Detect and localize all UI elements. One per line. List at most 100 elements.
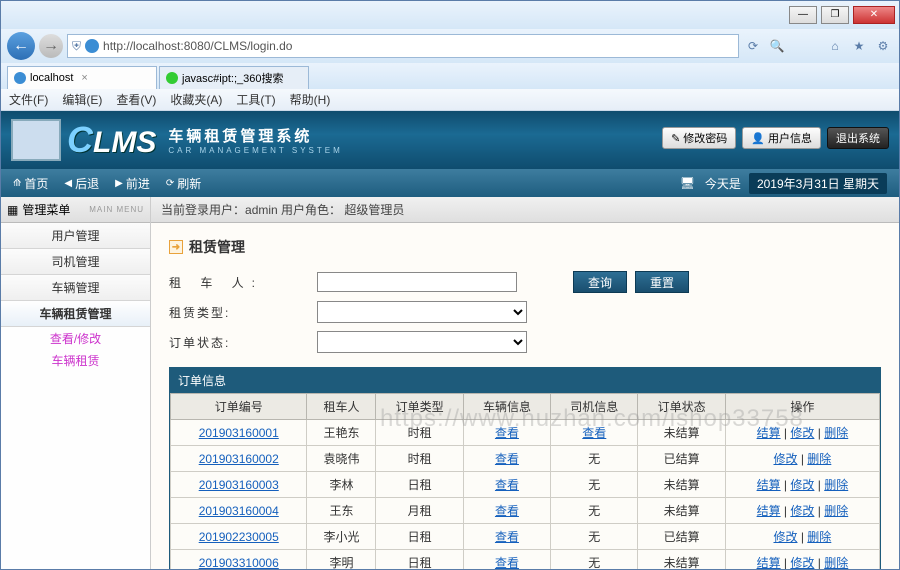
op-修改[interactable]: 修改 — [790, 556, 814, 569]
menu-favorites[interactable]: 收藏夹(A) — [170, 91, 222, 108]
cell-driver: 无 — [551, 524, 638, 550]
op-结算[interactable]: 结算 — [757, 426, 781, 440]
menu-view[interactable]: 查看(V) — [116, 91, 156, 108]
op-结算[interactable]: 结算 — [757, 504, 781, 518]
sidebar-sub-view-edit[interactable]: 查看/修改 — [1, 327, 150, 349]
page-panel: 当前登录用户： admin 用户角色： 超级管理员 ➜ 租赁管理 租 车 人: … — [151, 197, 899, 569]
back-button[interactable]: ← — [7, 32, 35, 60]
minimize-button[interactable]: — — [789, 6, 817, 24]
car-view-link[interactable]: 查看 — [495, 530, 519, 544]
window-titlebar: — ❐ ✕ — [1, 1, 899, 29]
tab-label: localhost — [30, 72, 73, 84]
user-info-button[interactable]: 👤用户信息 — [742, 127, 821, 149]
table-header: 租车人 — [307, 394, 376, 420]
page-title: ➜ 租赁管理 — [169, 237, 881, 257]
sidebar-item-driver-mgmt[interactable]: 司机管理 — [1, 249, 150, 275]
op-修改[interactable]: 修改 — [773, 530, 797, 544]
maximize-button[interactable]: ❐ — [821, 6, 849, 24]
cell-driver: 无 — [551, 472, 638, 498]
table-row: 201903160001王艳东时租查看查看未结算结算 | 修改 | 删除 — [171, 420, 880, 446]
car-view-link[interactable]: 查看 — [495, 478, 519, 492]
tab-360[interactable]: javasc#ipt:;_360搜索 — [159, 66, 309, 89]
logo-c: C — [67, 119, 93, 161]
car-view-link[interactable]: 查看 — [495, 556, 519, 569]
table-header: 操作 — [725, 394, 879, 420]
op-删除[interactable]: 删除 — [824, 426, 848, 440]
table-row: 201902230005李小光日租查看无已结算修改 | 删除 — [171, 524, 880, 550]
today-label: 今天是 — [705, 175, 741, 192]
search-icon[interactable]: 🔍 — [767, 36, 787, 56]
nav-forward[interactable]: ▶前进 — [115, 175, 150, 192]
renter-label: 租 车 人: — [169, 274, 309, 291]
nav-refresh[interactable]: ⟳刷新 — [166, 175, 201, 192]
sidebar-item-rental-mgmt[interactable]: 车辆租赁管理 — [1, 301, 150, 327]
car-view-link[interactable]: 查看 — [495, 504, 519, 518]
refresh-icon[interactable]: ⟳ — [743, 36, 763, 56]
cell-driver: 无 — [551, 446, 638, 472]
order-id-link[interactable]: 201903160002 — [199, 452, 279, 466]
address-bar[interactable]: ⛨ — [67, 34, 739, 58]
menu-tools[interactable]: 工具(T) — [236, 91, 275, 108]
op-删除[interactable]: 删除 — [824, 478, 848, 492]
home-icon[interactable]: ⌂ — [825, 36, 845, 56]
order-id-link[interactable]: 201903160004 — [199, 504, 279, 518]
reset-button[interactable]: 重置 — [635, 271, 689, 293]
op-修改[interactable]: 修改 — [790, 504, 814, 518]
cell-order-id: 201903160003 — [171, 472, 307, 498]
orders-table: 订单编号租车人订单类型车辆信息司机信息订单状态操作 201903160001王艳… — [170, 393, 880, 569]
car-view-link[interactable]: 查看 — [495, 426, 519, 440]
refresh-nav-icon: ⟳ — [166, 178, 174, 189]
query-button[interactable]: 查询 — [573, 271, 627, 293]
order-status-select[interactable] — [317, 331, 527, 353]
car-view-link[interactable]: 查看 — [495, 452, 519, 466]
close-tab-icon[interactable]: × — [81, 72, 87, 84]
breadcrumb: 当前登录用户： admin 用户角色： 超级管理员 — [151, 197, 899, 223]
forward-button[interactable]: → — [39, 34, 63, 58]
change-password-button[interactable]: ✎修改密码 — [662, 127, 736, 149]
order-id-link[interactable]: 201903160001 — [199, 426, 279, 440]
op-修改[interactable]: 修改 — [790, 478, 814, 492]
sidebar-sub-rental[interactable]: 车辆租赁 — [1, 349, 150, 371]
app-header: C LMS 车辆租赁管理系统 CAR MANAGEMENT SYSTEM ✎修改… — [1, 111, 899, 169]
nav-back[interactable]: ◀后退 — [64, 175, 99, 192]
tab-localhost[interactable]: localhost × — [7, 66, 157, 89]
renter-input[interactable] — [317, 272, 517, 292]
op-删除[interactable]: 删除 — [807, 452, 831, 466]
op-删除[interactable]: 删除 — [807, 530, 831, 544]
cell-car: 查看 — [463, 472, 550, 498]
cell-status: 未结算 — [638, 472, 725, 498]
360-icon — [166, 72, 178, 84]
op-删除[interactable]: 删除 — [824, 504, 848, 518]
sidebar-item-user-mgmt[interactable]: 用户管理 — [1, 223, 150, 249]
op-修改[interactable]: 修改 — [773, 452, 797, 466]
tab-strip: localhost × javasc#ipt:;_360搜索 — [1, 63, 899, 89]
cell-status: 已结算 — [638, 524, 725, 550]
menu-file[interactable]: 文件(F) — [9, 91, 48, 108]
rent-type-select[interactable] — [317, 301, 527, 323]
tab-label: javasc#ipt:;_360搜索 — [182, 70, 284, 86]
driver-view-link[interactable]: 查看 — [582, 426, 606, 440]
tools-icon[interactable]: ⚙ — [873, 36, 893, 56]
main-area: ▦ 管理菜单 MAIN MENU 用户管理 司机管理 车辆管理 车辆租赁管理 查… — [1, 197, 899, 569]
menu-help[interactable]: 帮助(H) — [290, 91, 331, 108]
cell-driver: 查看 — [551, 420, 638, 446]
logout-button[interactable]: 退出系统 — [827, 127, 889, 149]
sidebar-item-vehicle-mgmt[interactable]: 车辆管理 — [1, 275, 150, 301]
home-nav-icon: ⟰ — [13, 178, 21, 189]
close-button[interactable]: ✕ — [853, 6, 895, 24]
menu-edit[interactable]: 编辑(E) — [62, 91, 102, 108]
op-结算[interactable]: 结算 — [757, 556, 781, 569]
order-id-link[interactable]: 201903160003 — [199, 478, 279, 492]
url-input[interactable] — [103, 39, 734, 53]
cell-type: 日租 — [376, 524, 463, 550]
order-id-link[interactable]: 201903310006 — [199, 556, 279, 570]
op-结算[interactable]: 结算 — [757, 478, 781, 492]
nav-home[interactable]: ⟰首页 — [13, 175, 48, 192]
cell-renter: 袁晓伟 — [307, 446, 376, 472]
op-修改[interactable]: 修改 — [790, 426, 814, 440]
favorites-icon[interactable]: ★ — [849, 36, 869, 56]
order-id-link[interactable]: 201902230005 — [199, 530, 279, 544]
cell-ops: 修改 | 删除 — [725, 446, 879, 472]
op-删除[interactable]: 删除 — [824, 556, 848, 569]
today-value: 2019年3月31日 星期天 — [749, 173, 887, 194]
